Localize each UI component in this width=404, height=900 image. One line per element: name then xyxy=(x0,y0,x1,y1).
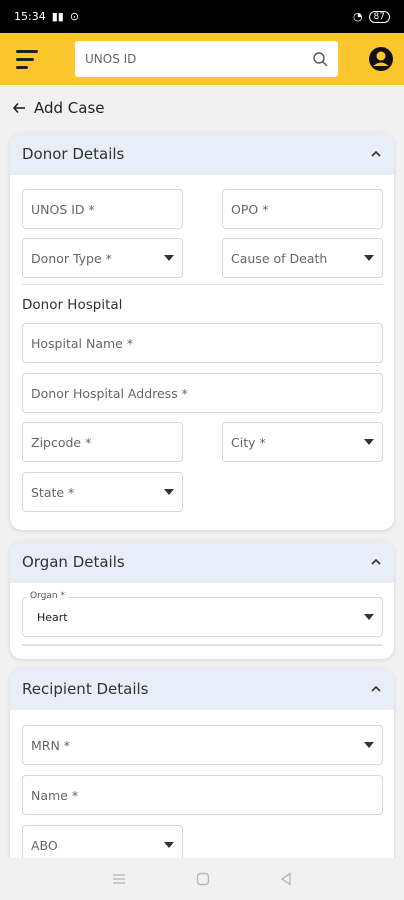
recent-apps-icon[interactable] xyxy=(112,873,126,885)
back-row[interactable]: Add Case xyxy=(0,85,404,131)
mrn-select[interactable]: MRN * xyxy=(22,725,383,765)
organ-details-card: Organ Details Heart Organ * xyxy=(10,541,394,659)
donor-hospital-heading: Donor Hospital xyxy=(22,297,123,313)
hospital-name-label: Hospital Name * xyxy=(31,335,134,351)
dropdown-arrow-icon xyxy=(164,842,174,848)
dropdown-arrow-icon xyxy=(364,255,374,261)
donor-details-card: Donor Details UNOS ID * OPO * Donor Type… xyxy=(10,133,394,530)
donor-details-header[interactable]: Donor Details xyxy=(10,133,394,175)
abo-label: ABO xyxy=(31,837,58,853)
unos-id-label: UNOS ID * xyxy=(31,201,95,217)
unos-id-field[interactable]: UNOS ID * xyxy=(22,189,183,229)
dropdown-arrow-icon xyxy=(364,439,374,445)
chevron-up-icon[interactable] xyxy=(370,683,382,695)
recipient-details-header[interactable]: Recipient Details xyxy=(10,668,394,710)
mrn-label: MRN * xyxy=(31,737,71,753)
dropdown-arrow-icon xyxy=(164,489,174,495)
back-icon[interactable] xyxy=(280,872,292,886)
zipcode-label: Zipcode * xyxy=(31,434,92,450)
abo-select[interactable]: ABO xyxy=(22,825,183,858)
dropdown-arrow-icon xyxy=(364,614,374,620)
organ-details-header[interactable]: Organ Details xyxy=(10,541,394,583)
status-time: 15:34 xyxy=(14,10,46,23)
signal-icon: ▮▮ xyxy=(51,10,64,23)
state-select[interactable]: State * xyxy=(22,472,183,512)
notification-icon: ⊙ xyxy=(69,10,80,23)
organ-details-title: Organ Details xyxy=(22,553,125,571)
zipcode-field[interactable]: Zipcode * xyxy=(22,422,183,462)
organ-value: Heart xyxy=(37,610,68,624)
donor-type-label: Donor Type * xyxy=(31,250,112,266)
recipient-name-label: Name * xyxy=(31,787,79,803)
page-content: Add Case Donor Details UNOS ID * OPO * D… xyxy=(0,85,404,858)
donor-details-title: Donor Details xyxy=(22,145,125,163)
divider xyxy=(22,644,383,646)
chevron-up-icon[interactable] xyxy=(370,556,382,568)
app-header xyxy=(0,33,404,85)
status-bar: 15:34 ▮▮ ⊙ ◔ 87 xyxy=(0,0,404,33)
menu-icon[interactable] xyxy=(16,44,46,74)
back-arrow-icon[interactable] xyxy=(12,101,26,115)
organ-select[interactable]: Heart xyxy=(22,597,383,637)
profile-icon[interactable] xyxy=(368,46,394,72)
hospital-name-field[interactable]: Hospital Name * xyxy=(22,323,383,363)
city-label: City * xyxy=(231,434,266,450)
dropdown-arrow-icon xyxy=(364,742,374,748)
system-nav-bar xyxy=(0,858,404,900)
donor-type-select[interactable]: Donor Type * xyxy=(22,238,183,278)
divider xyxy=(22,284,383,285)
organ-label: Organ * xyxy=(27,591,68,601)
opo-label: OPO * xyxy=(231,201,269,217)
battery-icon: 87 xyxy=(368,10,390,23)
cause-of-death-select[interactable]: Cause of Death xyxy=(222,238,383,278)
search-input[interactable] xyxy=(85,52,312,66)
recipient-details-title: Recipient Details xyxy=(22,680,149,698)
home-icon[interactable] xyxy=(196,872,210,886)
page-title: Add Case xyxy=(34,99,105,117)
dropdown-arrow-icon xyxy=(164,255,174,261)
search-icon[interactable] xyxy=(312,51,328,67)
recipient-name-field[interactable]: Name * xyxy=(22,775,383,815)
hospital-address-field[interactable]: Donor Hospital Address * xyxy=(22,373,383,413)
hospital-address-label: Donor Hospital Address * xyxy=(31,385,188,401)
recipient-details-card: Recipient Details MRN * Name * ABO xyxy=(10,668,394,858)
search-box xyxy=(75,41,338,77)
chevron-up-icon[interactable] xyxy=(370,148,382,160)
wifi-icon: ◔ xyxy=(352,10,363,23)
opo-field[interactable]: OPO * xyxy=(222,189,383,229)
state-label: State * xyxy=(31,484,75,500)
cause-of-death-label: Cause of Death xyxy=(231,250,328,266)
city-select[interactable]: City * xyxy=(222,422,383,462)
